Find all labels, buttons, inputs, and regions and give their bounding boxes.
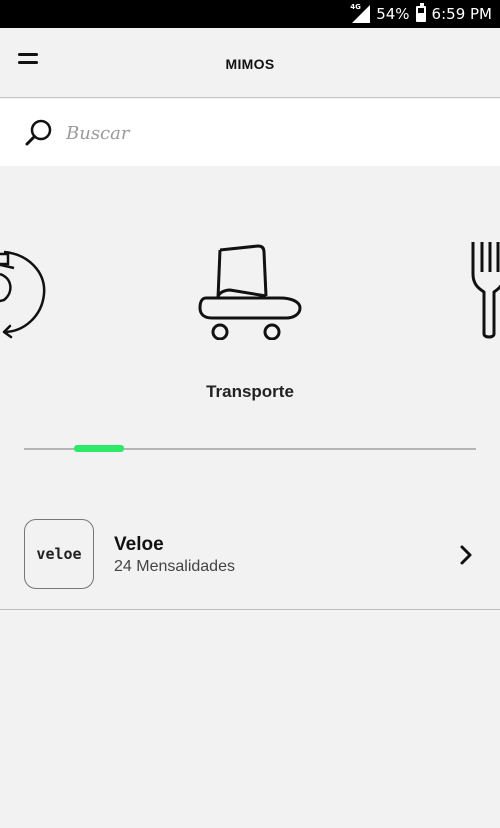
signal-icon: 4G — [350, 3, 371, 23]
top-bar: MIMOS — [0, 28, 500, 98]
search-bar — [0, 99, 500, 166]
status-bar: 4G 54% 6:59 PM — [0, 0, 500, 28]
search-input[interactable] — [66, 117, 466, 149]
carousel-indicator — [74, 445, 124, 452]
chevron-right-icon[interactable] — [456, 543, 476, 567]
network-type: 4G — [350, 3, 361, 11]
battery-percent: 54% — [376, 5, 410, 23]
page-title: MIMOS — [225, 56, 275, 72]
selected-category-label: Transporte — [206, 382, 294, 401]
clock: 6:59 PM — [431, 5, 492, 23]
partner-list-item[interactable]: veloe Veloe 24 Mensalidades — [0, 500, 500, 610]
partner-name: Veloe — [114, 534, 164, 555]
battery-icon — [415, 3, 426, 22]
category-carousel[interactable]: Transporte — [0, 166, 500, 476]
fork-icon[interactable] — [468, 240, 500, 340]
partial-swirl-icon[interactable] — [0, 240, 50, 340]
skateboard-shoe-icon[interactable] — [196, 240, 304, 340]
partner-logo: veloe — [24, 519, 94, 589]
search-icon[interactable] — [24, 118, 54, 148]
partner-subtitle: 24 Mensalidades — [114, 558, 235, 575]
